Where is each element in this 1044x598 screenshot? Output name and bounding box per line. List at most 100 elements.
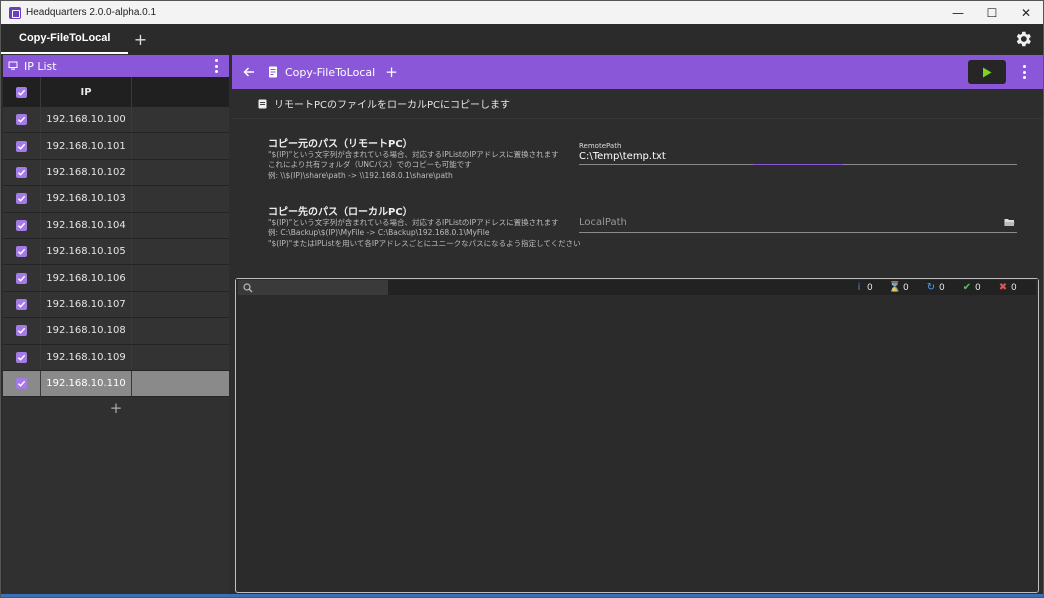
folder-open-icon[interactable] bbox=[1004, 218, 1015, 227]
log-counters: i 0 ⌛ 0 ↻ 0 ✔ 0 ✖ 0 bbox=[848, 280, 1028, 295]
remote-path-field[interactable]: RemotePath C:\Temp\temp.txt bbox=[579, 142, 1017, 165]
ip-address-cell[interactable]: 192.168.10.103 bbox=[41, 186, 132, 212]
add-ip-button[interactable]: + bbox=[3, 397, 229, 419]
monitor-icon bbox=[8, 61, 18, 70]
close-button[interactable]: ✕ bbox=[1009, 1, 1043, 24]
ip-row[interactable]: 192.168.10.105 bbox=[3, 238, 229, 266]
ip-row[interactable]: 192.168.10.109 bbox=[3, 344, 229, 371]
ip-row[interactable]: 192.168.10.108 bbox=[3, 318, 229, 345]
ip-list-menu-icon[interactable] bbox=[215, 59, 219, 73]
success-count: 0 bbox=[975, 282, 981, 293]
ip-row-checkbox[interactable] bbox=[16, 219, 27, 231]
ip-grid-header: IP bbox=[3, 77, 229, 107]
local-path-help-2: 例: C:\Backup\$(IP)\MyFile -> C:\Backup\1… bbox=[268, 228, 490, 237]
ip-row-checkbox[interactable] bbox=[16, 351, 27, 363]
ip-list-title: IP List bbox=[24, 59, 57, 73]
ip-row[interactable]: 192.168.10.101 bbox=[3, 133, 229, 160]
log-search-box[interactable] bbox=[238, 280, 388, 295]
ip-address-cell[interactable]: 192.168.10.106 bbox=[41, 265, 132, 291]
local-path-label: コピー先のパス（ローカルPC） bbox=[268, 207, 413, 218]
remote-path-help-1: "$(IP)"という文字列が含まれている場合、対応するIPListのIPアドレス… bbox=[268, 150, 559, 159]
command-description: リモートPCのファイルをローカルPCにコピーします bbox=[232, 89, 1043, 119]
pending-counter[interactable]: ⌛ 0 bbox=[888, 282, 920, 293]
description-text: リモートPCのファイルをローカルPCにコピーします bbox=[274, 100, 511, 111]
ip-row-checkbox[interactable] bbox=[16, 298, 27, 310]
ip-row[interactable]: 192.168.10.107 bbox=[3, 291, 229, 319]
ip-row-checkbox-cell[interactable] bbox=[3, 370, 41, 397]
ip-row-checkbox[interactable] bbox=[16, 140, 27, 152]
running-icon: ↻ bbox=[926, 282, 936, 293]
ip-row[interactable]: 192.168.10.110 bbox=[3, 370, 229, 398]
app-logo-icon bbox=[9, 6, 21, 19]
add-tab-button[interactable]: + bbox=[128, 24, 152, 54]
ip-row[interactable]: 192.168.10.102 bbox=[3, 159, 229, 187]
title-bar: Headquarters 2.0.0-alpha.0.1 — ☐ ✕ bbox=[1, 1, 1043, 24]
back-arrow-icon[interactable] bbox=[242, 65, 256, 79]
ip-row[interactable]: 192.168.10.104 bbox=[3, 212, 229, 239]
gear-icon[interactable] bbox=[1013, 29, 1033, 49]
window-title: Headquarters 2.0.0-alpha.0.1 bbox=[26, 7, 157, 18]
ip-address-cell[interactable]: 192.168.10.104 bbox=[41, 212, 132, 238]
tab-strip: Copy-FileToLocal + bbox=[1, 24, 1043, 54]
ip-address-cell[interactable]: 192.168.10.102 bbox=[41, 159, 132, 186]
success-icon: ✔ bbox=[962, 282, 972, 293]
ip-address-cell[interactable]: 192.168.10.108 bbox=[41, 318, 132, 344]
select-all-checkbox[interactable] bbox=[16, 86, 27, 98]
ip-row-checkbox-cell[interactable] bbox=[3, 212, 41, 238]
success-counter[interactable]: ✔ 0 bbox=[962, 282, 992, 293]
ip-row-checkbox[interactable] bbox=[16, 193, 27, 205]
ip-row-checkbox-cell[interactable] bbox=[3, 291, 41, 318]
log-search-input[interactable] bbox=[253, 280, 388, 295]
ip-row-checkbox-cell[interactable] bbox=[3, 186, 41, 212]
ip-address-cell[interactable]: 192.168.10.100 bbox=[41, 107, 132, 133]
ip-address-cell[interactable]: 192.168.10.107 bbox=[41, 291, 132, 318]
window-controls: — ☐ ✕ bbox=[941, 1, 1043, 24]
ip-row-checkbox[interactable] bbox=[16, 272, 27, 284]
error-counter[interactable]: ✖ 0 bbox=[998, 282, 1028, 293]
search-icon bbox=[243, 282, 253, 292]
ip-row-checkbox-cell[interactable] bbox=[3, 133, 41, 159]
ip-row-checkbox-cell[interactable] bbox=[3, 238, 41, 265]
running-counter[interactable]: ↻ 0 bbox=[926, 282, 956, 293]
local-path-help-3: "$(IP)"またはIPListを用いて各IPアドレスごとにユニークなパスになる… bbox=[268, 239, 581, 248]
ip-row-checkbox[interactable] bbox=[16, 246, 27, 258]
tab-copy-filetolocal[interactable]: Copy-FileToLocal bbox=[1, 24, 129, 54]
parameter-form: コピー元のパス（リモートPC） "$(IP)"という文字列が含まれている場合、対… bbox=[232, 119, 1043, 269]
command-header: Copy-FileToLocal + bbox=[232, 55, 1043, 89]
minimize-button[interactable]: — bbox=[941, 1, 975, 24]
run-button[interactable] bbox=[968, 60, 1006, 84]
ip-row-checkbox[interactable] bbox=[16, 166, 27, 178]
ip-address-cell[interactable]: 192.168.10.105 bbox=[41, 238, 132, 265]
ip-row-checkbox[interactable] bbox=[16, 378, 27, 390]
remote-path-input[interactable]: C:\Temp\temp.txt bbox=[579, 150, 1017, 164]
local-path-field[interactable]: LocalPath bbox=[579, 214, 1017, 233]
ip-row-checkbox-cell[interactable] bbox=[3, 344, 41, 370]
ip-address-cell[interactable]: 192.168.10.110 bbox=[41, 370, 132, 397]
info-counter[interactable]: i0 bbox=[854, 282, 884, 293]
ip-row[interactable]: 192.168.10.106 bbox=[3, 265, 229, 292]
error-icon: ✖ bbox=[998, 282, 1008, 293]
ip-row-checkbox-cell[interactable] bbox=[3, 107, 41, 133]
ip-row-checkbox-cell[interactable] bbox=[3, 318, 41, 344]
ip-column-header[interactable]: IP bbox=[41, 77, 132, 107]
local-path-input[interactable]: LocalPath bbox=[579, 214, 1017, 232]
ip-row-checkbox[interactable] bbox=[16, 114, 27, 126]
select-all-checkbox-cell[interactable] bbox=[3, 77, 41, 107]
command-menu-icon[interactable] bbox=[1023, 65, 1027, 79]
play-icon bbox=[983, 67, 992, 77]
script-icon bbox=[269, 66, 277, 78]
ip-row[interactable]: 192.168.10.103 bbox=[3, 186, 229, 213]
remote-path-help-3: 例: \\$(IP)\share\path -> \\192.168.0.1\s… bbox=[268, 171, 453, 180]
ip-row-checkbox-cell[interactable] bbox=[3, 159, 41, 186]
maximize-button[interactable]: ☐ bbox=[975, 1, 1009, 24]
error-count: 0 bbox=[1011, 282, 1017, 293]
ip-row-checkbox-cell[interactable] bbox=[3, 265, 41, 291]
ip-row-checkbox[interactable] bbox=[16, 325, 27, 337]
pending-icon: ⌛ bbox=[888, 282, 902, 293]
description-icon bbox=[258, 99, 267, 108]
add-command-button[interactable]: + bbox=[385, 63, 398, 81]
pending-count: 0 bbox=[903, 282, 909, 293]
ip-row[interactable]: 192.168.10.100 bbox=[3, 107, 229, 134]
ip-address-cell[interactable]: 192.168.10.101 bbox=[41, 133, 132, 159]
ip-address-cell[interactable]: 192.168.10.109 bbox=[41, 344, 132, 370]
